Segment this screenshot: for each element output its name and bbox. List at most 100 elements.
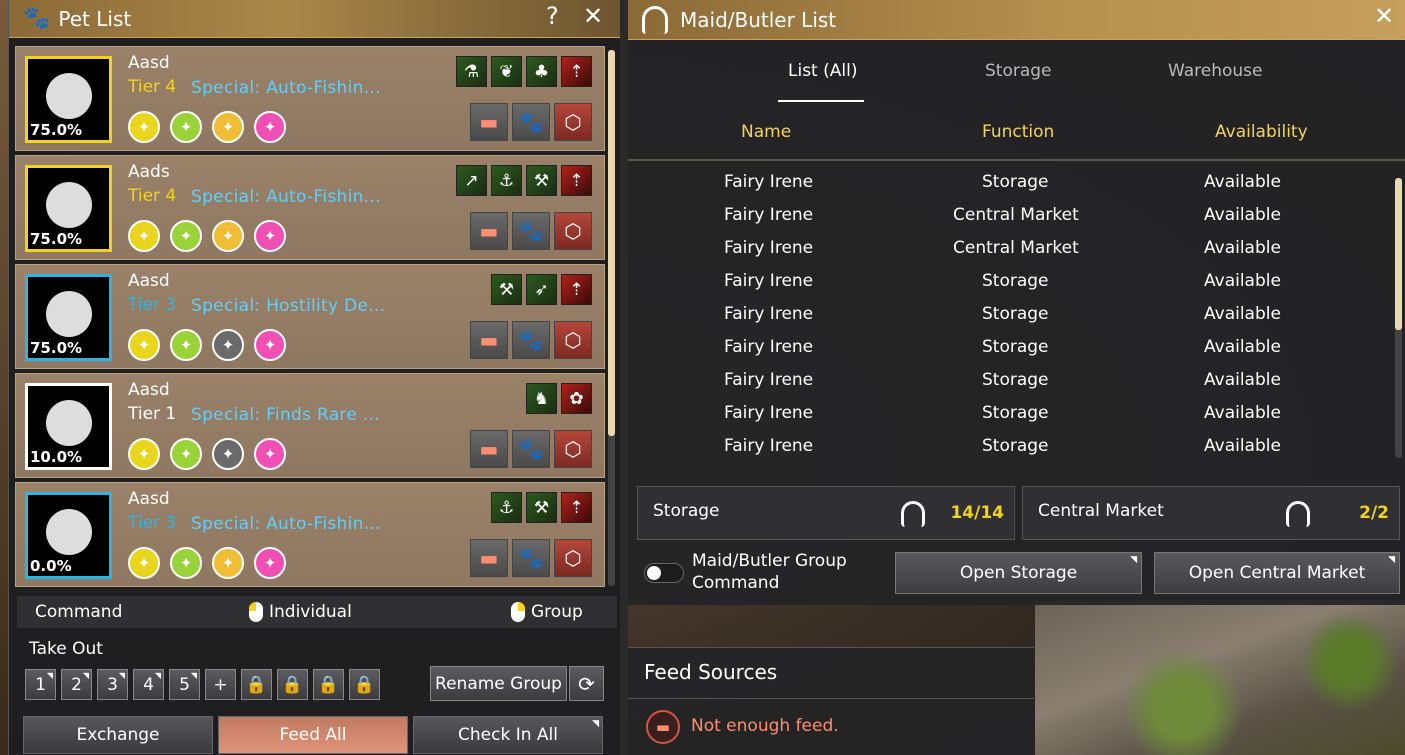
skill-green-icon[interactable]: ✦ (170, 220, 202, 252)
group-command-toggle[interactable] (644, 563, 684, 583)
maid-row[interactable]: Fairy Irene Storage Available (628, 333, 1388, 366)
talent-icon[interactable]: ↗ (456, 165, 487, 196)
seal-button[interactable]: ⬡ (554, 321, 592, 359)
open-storage-button[interactable]: Open Storage ◥ (895, 552, 1142, 594)
skill-yellow-icon[interactable]: ✦ (128, 220, 160, 252)
tab-list-all[interactable]: List (All) (788, 61, 857, 81)
maid-row[interactable]: Fairy Irene Central Market Available (628, 201, 1388, 234)
pet-command-button[interactable]: 🐾 (512, 212, 550, 250)
talent-icon[interactable]: ♞ (526, 383, 557, 414)
pet-card[interactable]: 75.0% Aasd Tier 4 Special: Auto-Fishin..… (15, 46, 605, 151)
column-name[interactable]: Name (741, 122, 791, 142)
seal-button[interactable]: ⬡ (554, 539, 592, 577)
skill-grey-icon[interactable]: ✦ (212, 438, 244, 470)
feed-all-button[interactable]: Feed All (218, 716, 408, 754)
close-button[interactable]: ✕ (583, 2, 603, 30)
skill-yellow-icon[interactable]: ✦ (128, 111, 160, 143)
tab-storage[interactable]: Storage (985, 61, 1052, 81)
pet-command-button[interactable]: 🐾 (512, 321, 550, 359)
talent-icon[interactable]: ➶ (526, 274, 557, 305)
skill-green-icon[interactable]: ✦ (170, 111, 202, 143)
talent-icon[interactable]: ⚒ (526, 492, 557, 523)
pet-command-button[interactable]: 🐾 (512, 539, 550, 577)
exchange-button[interactable]: Exchange (23, 716, 213, 754)
column-availability[interactable]: Availability (1215, 122, 1308, 142)
talent-icon[interactable]: ⚒ (526, 165, 557, 196)
add-slot-button[interactable]: + (205, 669, 236, 700)
take-out-slot-1[interactable]: 1 ◥ (25, 669, 56, 700)
pet-card[interactable]: 75.0% Aads Tier 4 Special: Auto-Fishin..… (15, 155, 605, 260)
locked-slot[interactable]: 🔒 (241, 669, 272, 700)
scrollbar-thumb[interactable] (608, 50, 615, 436)
pet-list-scrollbar[interactable] (608, 50, 615, 586)
maid-row[interactable]: Fairy Irene Storage Available (628, 366, 1388, 399)
talent-icon[interactable]: ⇡ (561, 274, 592, 305)
skill-orange-icon[interactable]: ✦ (212, 220, 244, 252)
talent-icon[interactable]: ⇡ (561, 56, 592, 87)
maid-row[interactable]: Fairy Irene Storage Available (628, 267, 1388, 300)
take-out-slot-3[interactable]: 3 ◥ (97, 669, 128, 700)
pet-list-header[interactable]: 🐾 Pet List (9, 0, 620, 38)
skill-orange-icon[interactable]: ✦ (212, 547, 244, 579)
skill-pink-icon[interactable]: ✦ (254, 547, 286, 579)
check-in-all-button[interactable]: Check In All ◥ (413, 716, 603, 754)
skill-grey-icon[interactable]: ✦ (212, 329, 244, 361)
rename-group-button[interactable]: Rename Group (430, 666, 567, 701)
skill-pink-icon[interactable]: ✦ (254, 329, 286, 361)
talent-icon[interactable]: ⚒ (491, 274, 522, 305)
pet-portrait[interactable]: 10.0% (25, 383, 112, 470)
skill-orange-icon[interactable]: ✦ (212, 111, 244, 143)
maid-row[interactable]: Fairy Irene Storage Available (628, 300, 1388, 333)
talent-icon[interactable]: ⚓ (491, 492, 522, 523)
maid-row[interactable]: Fairy Irene Central Market Available (628, 234, 1388, 267)
pet-card[interactable]: 0.0% Aasd Tier 3 Special: Auto-Fishin...… (15, 482, 605, 587)
skill-pink-icon[interactable]: ✦ (254, 220, 286, 252)
locked-slot[interactable]: 🔒 (277, 669, 308, 700)
seal-button[interactable]: ⬡ (554, 430, 592, 468)
feed-button[interactable]: ▬ (470, 103, 508, 141)
skill-green-icon[interactable]: ✦ (170, 547, 202, 579)
take-out-slot-2[interactable]: 2 ◥ (61, 669, 92, 700)
maid-row[interactable]: Fairy Irene Storage Available (628, 399, 1388, 432)
pet-command-button[interactable]: 🐾 (512, 430, 550, 468)
pet-portrait[interactable]: 0.0% (25, 492, 112, 579)
feed-button[interactable]: ▬ (470, 321, 508, 359)
talent-icon[interactable]: ⚗ (456, 56, 487, 87)
feed-button[interactable]: ▬ (470, 212, 508, 250)
talent-icon[interactable]: ❦ (491, 56, 522, 87)
talent-icon[interactable]: ♣ (526, 56, 557, 87)
pet-card[interactable]: 75.0% Aasd Tier 3 Special: Hostility De.… (15, 264, 605, 369)
skill-yellow-icon[interactable]: ✦ (128, 438, 160, 470)
skill-green-icon[interactable]: ✦ (170, 438, 202, 470)
refresh-button[interactable]: ⟳ (569, 666, 604, 701)
take-out-slot-5[interactable]: 5 ◥ (169, 669, 200, 700)
seal-button[interactable]: ⬡ (554, 103, 592, 141)
column-function[interactable]: Function (982, 122, 1054, 142)
feed-button[interactable]: ▬ (470, 430, 508, 468)
maid-list-scrollbar[interactable] (1395, 178, 1402, 458)
locked-slot[interactable]: 🔒 (349, 669, 380, 700)
talent-icon[interactable]: ⇡ (561, 492, 592, 523)
talent-icon[interactable]: ⚓ (491, 165, 522, 196)
take-out-slot-4[interactable]: 4 ◥ (133, 669, 164, 700)
pet-portrait[interactable]: 75.0% (25, 56, 112, 143)
locked-slot[interactable]: 🔒 (313, 669, 344, 700)
open-central-market-button[interactable]: Open Central Market ◥ (1154, 552, 1400, 594)
talent-icon[interactable]: ⇡ (561, 165, 592, 196)
help-button[interactable]: ? (546, 2, 559, 30)
individual-command[interactable]: Individual (249, 602, 352, 622)
tab-warehouse[interactable]: Warehouse (1168, 61, 1262, 81)
maid-butler-header[interactable]: Maid/Butler List (628, 0, 1405, 40)
skill-pink-icon[interactable]: ✦ (254, 438, 286, 470)
pet-command-button[interactable]: 🐾 (512, 103, 550, 141)
skill-pink-icon[interactable]: ✦ (254, 111, 286, 143)
maid-scrollbar-thumb[interactable] (1395, 178, 1402, 330)
maid-close-button[interactable]: ✕ (1374, 2, 1394, 30)
feed-button[interactable]: ▬ (470, 539, 508, 577)
talent-icon[interactable]: ✿ (561, 383, 592, 414)
seal-button[interactable]: ⬡ (554, 212, 592, 250)
pet-card[interactable]: 10.0% Aasd Tier 1 Special: Finds Rare ..… (15, 373, 605, 478)
skill-green-icon[interactable]: ✦ (170, 329, 202, 361)
skill-yellow-icon[interactable]: ✦ (128, 547, 160, 579)
group-command[interactable]: Group (511, 602, 583, 622)
